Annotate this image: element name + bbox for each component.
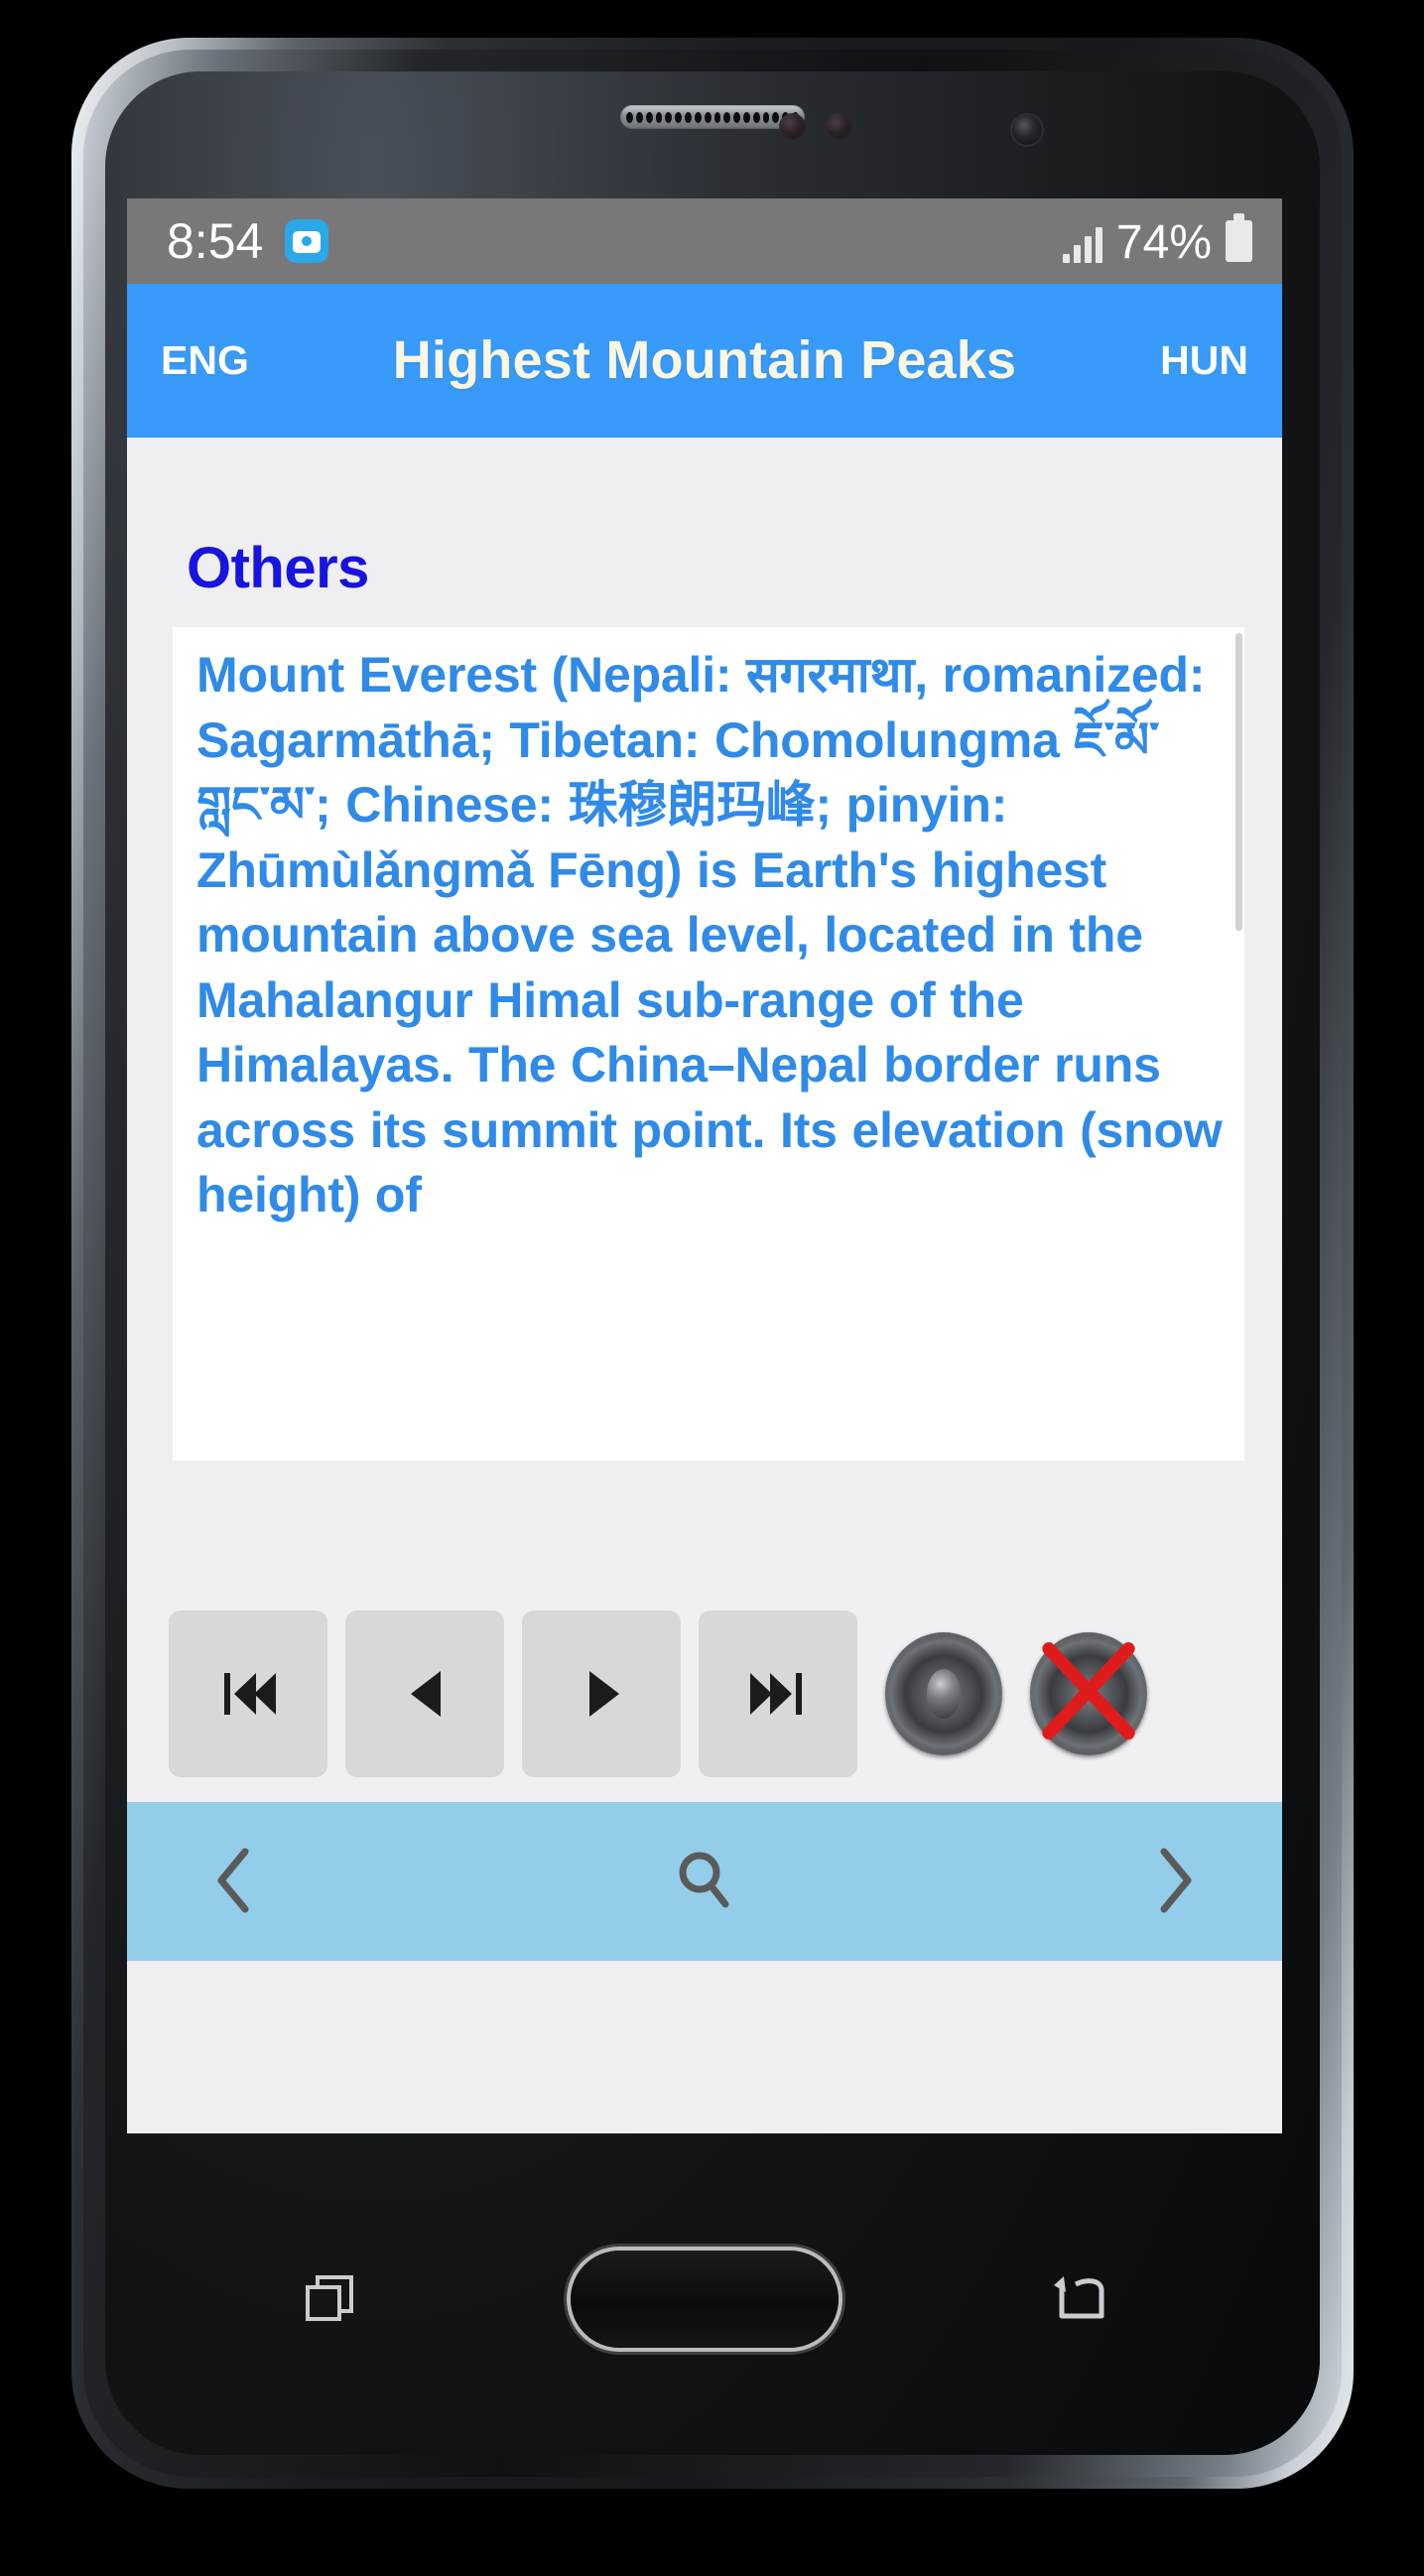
battery-percent-label: 74% (1115, 216, 1212, 269)
article-scrollbar[interactable] (1235, 633, 1242, 931)
speaker-button[interactable] (885, 1632, 1002, 1755)
chevron-left-icon (205, 1844, 265, 1920)
play-triangle-icon (566, 1658, 637, 1730)
skip-backward-icon (212, 1658, 284, 1730)
status-bar-right-group: 74% (1062, 213, 1252, 267)
content-area: Others Mount Everest (Nepali: सगरमाथा, r… (127, 438, 1282, 1586)
search-button[interactable] (650, 1827, 759, 1936)
home-button[interactable] (571, 2251, 839, 2348)
search-icon (668, 1844, 741, 1920)
media-controls-bar (127, 1586, 1282, 1802)
nav-back-button[interactable] (181, 1827, 290, 1936)
mute-button[interactable] (1030, 1632, 1147, 1755)
previous-button[interactable] (345, 1610, 504, 1777)
recents-icon[interactable] (304, 2271, 359, 2327)
phone-rim: 8:54 74% ENG Highest Mountain Peaks HUN (83, 50, 1342, 2477)
nav-forward-button[interactable] (1119, 1827, 1229, 1936)
page-title: Highest Mountain Peaks (392, 329, 1017, 390)
earpiece-speaker-grille (620, 105, 805, 129)
previous-triangle-icon (389, 1658, 460, 1730)
play-button[interactable] (522, 1610, 681, 1777)
camera-icon (285, 219, 329, 263)
red-x-icon (1042, 1642, 1135, 1739)
skip-forward-icon (742, 1658, 814, 1730)
light-sensor-icon (826, 113, 852, 140)
language-button-hun[interactable]: HUN (1109, 337, 1248, 384)
chevron-right-icon (1144, 1844, 1204, 1920)
app-header-bar: ENG Highest Mountain Peaks HUN (127, 284, 1282, 438)
back-arrow-icon[interactable] (1050, 2270, 1111, 2328)
status-bar-clock: 8:54 (167, 213, 264, 269)
skip-to-end-button[interactable] (699, 1610, 857, 1777)
battery-icon (1226, 213, 1252, 262)
bottom-navigation-bar (127, 1802, 1282, 1961)
front-camera-icon (1012, 115, 1042, 145)
article-card[interactable]: Mount Everest (Nepali: सगरमाथा, romanize… (173, 627, 1244, 1461)
language-button-eng[interactable]: ENG (161, 337, 300, 384)
system-navigation-bar (127, 2175, 1282, 2423)
skip-to-start-button[interactable] (169, 1610, 327, 1777)
status-bar: 8:54 74% (127, 198, 1282, 284)
phone-screen: 8:54 74% ENG Highest Mountain Peaks HUN (127, 198, 1282, 2133)
speaker-dome-icon (927, 1669, 961, 1719)
phone-device: 8:54 74% ENG Highest Mountain Peaks HUN (71, 38, 1354, 2489)
phone-front-face: 8:54 74% ENG Highest Mountain Peaks HUN (105, 71, 1320, 2455)
section-heading: Others (187, 536, 369, 600)
proximity-sensor-icon (779, 113, 806, 140)
signal-bars-icon (1062, 227, 1102, 263)
article-text: Mount Everest (Nepali: सगरमाथा, romanize… (196, 647, 1223, 1223)
